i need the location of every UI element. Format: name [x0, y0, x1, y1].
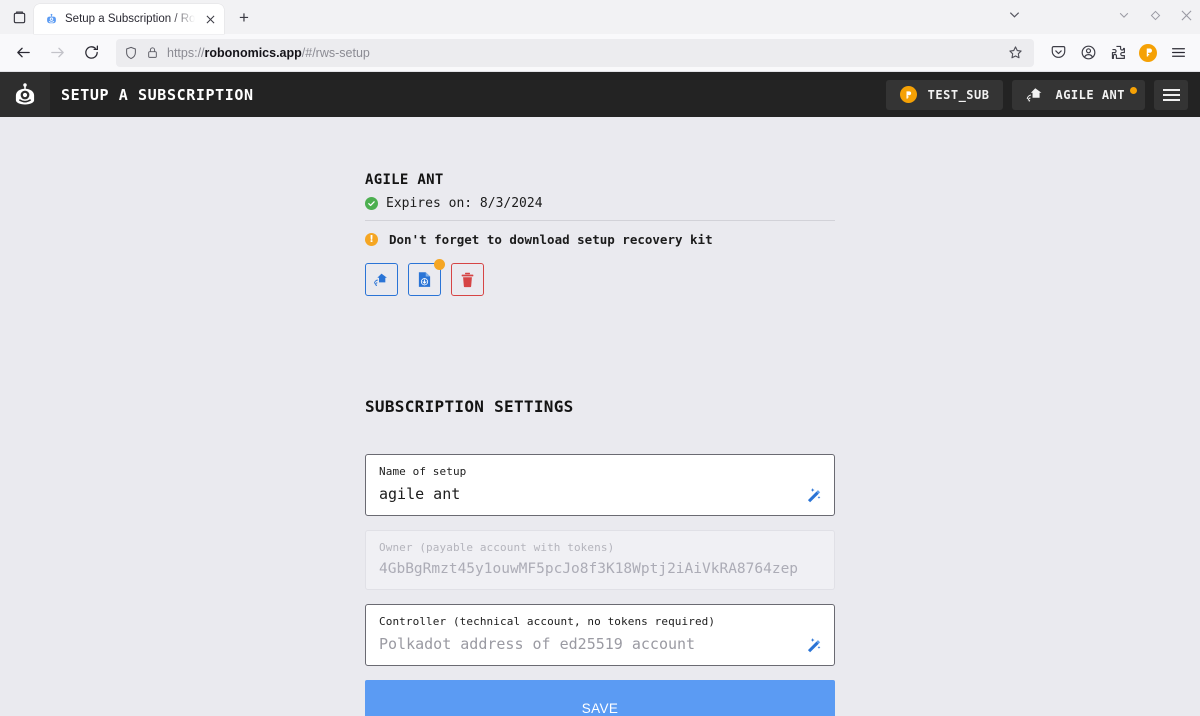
url-scheme: https://: [167, 45, 205, 60]
browser-window: Setup a Subscription / Rob + https://rob…: [0, 0, 1200, 716]
app-header: SETUP A SUBSCRIPTION TEST_SUB AGILE ANT: [0, 72, 1200, 117]
account-icon[interactable]: [1074, 39, 1102, 67]
magic-wand-icon[interactable]: [804, 636, 822, 654]
close-icon[interactable]: [202, 11, 218, 27]
name-of-setup-input[interactable]: agile ant: [379, 485, 821, 503]
url-path: /#/rws-setup: [301, 45, 370, 60]
lock-icon[interactable]: [146, 46, 159, 59]
settings-heading: SUBSCRIPTION SETTINGS: [365, 397, 574, 416]
recovery-kit-badge: [434, 259, 445, 270]
download-recovery-kit-button[interactable]: [408, 259, 445, 296]
profile-avatar-icon[interactable]: [1134, 39, 1162, 67]
app-menu-icon[interactable]: [1164, 39, 1192, 67]
delete-subscription-button[interactable]: [451, 263, 484, 296]
pocket-icon[interactable]: [1044, 39, 1072, 67]
account-button-label: TEST_SUB: [927, 87, 990, 102]
smart-home-wifi-icon: [1026, 87, 1044, 102]
new-tab-button[interactable]: +: [230, 4, 258, 32]
subscription-actions: [365, 259, 835, 296]
subscription-button-label: AGILE ANT: [1055, 87, 1125, 102]
web-page: SETUP A SUBSCRIPTION TEST_SUB AGILE ANT …: [0, 72, 1200, 716]
page-title: SETUP A SUBSCRIPTION: [61, 85, 254, 104]
name-of-setup-label: Name of setup: [379, 465, 467, 478]
robonomics-robot-logo[interactable]: [0, 72, 50, 117]
browser-toolbar: https://robonomics.app/#/rws-setup: [0, 34, 1200, 72]
address-bar[interactable]: https://robonomics.app/#/rws-setup: [116, 38, 1034, 67]
tab-title: Setup a Subscription / Rob: [65, 13, 195, 25]
expiry-label: Expires on: 8/3/2024: [386, 196, 543, 211]
browser-tab[interactable]: Setup a Subscription / Rob: [34, 4, 224, 34]
name-of-setup-field[interactable]: Name of setup agile ant: [365, 454, 835, 516]
subscription-expiry: Expires on: 8/3/2024: [365, 196, 835, 221]
controller-account-input[interactable]: Polkadot address of ed25519 account: [379, 635, 821, 653]
status-badge: [1130, 86, 1137, 94]
back-arrow-icon[interactable]: [8, 38, 38, 68]
chevron-down-icon[interactable]: [1008, 8, 1021, 26]
trash-icon: [461, 272, 474, 287]
close-window-icon[interactable]: [1181, 8, 1192, 26]
subscription-name: AGILE ANT: [365, 172, 444, 188]
content-column: AGILE ANT Expires on: 8/3/2024 ! Don't f…: [365, 117, 835, 716]
account-button[interactable]: TEST_SUB: [885, 79, 1004, 110]
shield-icon[interactable]: [124, 46, 138, 60]
owner-account-value: 4GbBgRmzt45y1ouwMF5pcJo8f3K18Wptj2iAiVkR…: [379, 561, 799, 577]
reload-icon[interactable]: [76, 38, 106, 68]
controller-account-label: Controller (technical account, no tokens…: [379, 615, 716, 628]
manage-devices-button[interactable]: [365, 263, 398, 296]
robot-favicon: [44, 12, 58, 26]
toolbar-right-icons: [1044, 39, 1192, 67]
file-download-icon: [418, 272, 431, 287]
warning-circle-icon: !: [365, 233, 378, 246]
url-host: robonomics.app: [204, 45, 302, 60]
hamburger-menu-icon[interactable]: [1154, 79, 1188, 110]
smart-home-wifi-icon: [373, 273, 387, 287]
maximize-icon[interactable]: [1150, 8, 1161, 26]
subscription-button[interactable]: AGILE ANT: [1012, 79, 1145, 110]
list-all-tabs-icon[interactable]: [4, 2, 34, 32]
star-icon[interactable]: [1004, 42, 1026, 64]
main-content: AGILE ANT Expires on: 8/3/2024 ! Don't f…: [0, 117, 1200, 716]
check-circle-icon: [365, 197, 378, 210]
save-button[interactable]: SAVE: [365, 680, 835, 716]
controller-account-field[interactable]: Controller (technical account, no tokens…: [365, 604, 835, 666]
recovery-kit-warning: ! Don't forget to download setup recover…: [365, 232, 835, 247]
magic-wand-icon[interactable]: [804, 486, 822, 504]
owner-account-label: Owner (payable account with tokens): [379, 541, 615, 554]
extensions-icon[interactable]: [1104, 39, 1132, 67]
owner-account-field: Owner (payable account with tokens) 4GbB…: [365, 530, 835, 590]
minimize-icon[interactable]: [1118, 8, 1130, 26]
window-controls: [1009, 0, 1192, 34]
recovery-kit-warning-text: Don't forget to download setup recovery …: [389, 232, 713, 247]
forward-arrow-icon: [42, 38, 72, 68]
url-text: https://robonomics.app/#/rws-setup: [167, 46, 996, 60]
tab-strip: Setup a Subscription / Rob +: [0, 0, 1200, 34]
polkadot-account-icon: [899, 86, 917, 103]
